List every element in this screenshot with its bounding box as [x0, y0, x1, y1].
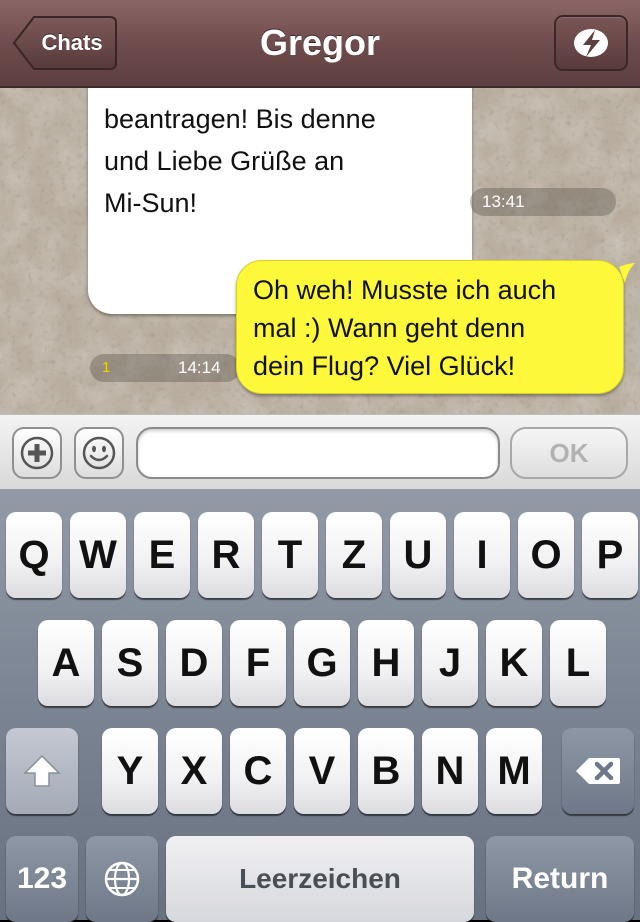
key-d[interactable]: D [166, 620, 222, 706]
keyboard: Q W E R T Z U I O P A S D F G H J K L Y … [0, 490, 640, 922]
key-q[interactable]: Q [6, 512, 62, 598]
back-button[interactable]: Chats [12, 15, 118, 71]
plus-icon [20, 436, 54, 470]
back-button-label: Chats [41, 30, 103, 55]
message-timestamp: 13:41 [470, 188, 616, 216]
key-b[interactable]: B [358, 728, 414, 814]
shift-key[interactable] [6, 728, 78, 814]
message-line: Oh weh! Musste ich auch [253, 275, 557, 305]
key-c[interactable]: C [230, 728, 286, 814]
outgoing-meta: 1 14:14 [90, 354, 240, 382]
key-x[interactable]: X [166, 728, 222, 814]
key-z[interactable]: Z [326, 512, 382, 598]
bubble-tail [619, 263, 635, 283]
key-v[interactable]: V [294, 728, 350, 814]
nav-bar: Chats Gregor [0, 0, 640, 88]
message-line: dein Flug? Viel Glück! [253, 351, 516, 381]
numbers-key[interactable]: 123 [6, 836, 78, 922]
key-a[interactable]: A [38, 620, 94, 706]
outgoing-message-bubble[interactable]: Oh weh! Musste ich auch mal :) Wann geht… [236, 260, 635, 394]
key-k[interactable]: K [486, 620, 542, 706]
key-u[interactable]: U [390, 512, 446, 598]
key-n[interactable]: N [422, 728, 478, 814]
key-l[interactable]: L [550, 620, 606, 706]
message-input-bar: OK [0, 414, 640, 490]
chat-area[interactable]: beantragen! Bis denne und Liebe Grüße an… [0, 88, 640, 414]
return-key[interactable]: Return [486, 836, 634, 922]
globe-icon [104, 861, 140, 897]
message-input[interactable] [136, 427, 500, 479]
key-t[interactable]: T [262, 512, 318, 598]
key-f[interactable]: F [230, 620, 286, 706]
lightning-bolt-button[interactable] [554, 15, 628, 71]
delete-key[interactable] [562, 728, 634, 814]
add-attachment-button[interactable] [12, 427, 62, 479]
key-o[interactable]: O [518, 512, 574, 598]
message-line: mal :) Wann geht denn [253, 313, 526, 343]
space-key[interactable]: Leerzeichen [166, 836, 474, 922]
message-line: Mi-Sun! [104, 188, 198, 218]
lightning-bolt-icon [574, 29, 608, 57]
emoji-button[interactable] [74, 427, 124, 479]
key-e[interactable]: E [134, 512, 190, 598]
key-p[interactable]: P [582, 512, 638, 598]
key-s[interactable]: S [102, 620, 158, 706]
send-button[interactable]: OK [510, 427, 628, 479]
delivery-status: 1 [102, 359, 111, 376]
key-i[interactable]: I [454, 512, 510, 598]
key-j[interactable]: J [422, 620, 478, 706]
shift-arrow-icon [23, 754, 61, 787]
globe-key[interactable] [86, 836, 158, 922]
message-timestamp: 14:14 [178, 358, 221, 377]
smiley-icon [82, 436, 116, 470]
key-h[interactable]: H [358, 620, 414, 706]
key-y[interactable]: Y [102, 728, 158, 814]
key-r[interactable]: R [198, 512, 254, 598]
key-g[interactable]: G [294, 620, 350, 706]
message-line: beantragen! Bis denne [104, 104, 376, 134]
key-w[interactable]: W [70, 512, 126, 598]
message-line: und Liebe Grüße an [104, 146, 345, 176]
key-m[interactable]: M [486, 728, 542, 814]
backspace-icon [576, 758, 620, 784]
